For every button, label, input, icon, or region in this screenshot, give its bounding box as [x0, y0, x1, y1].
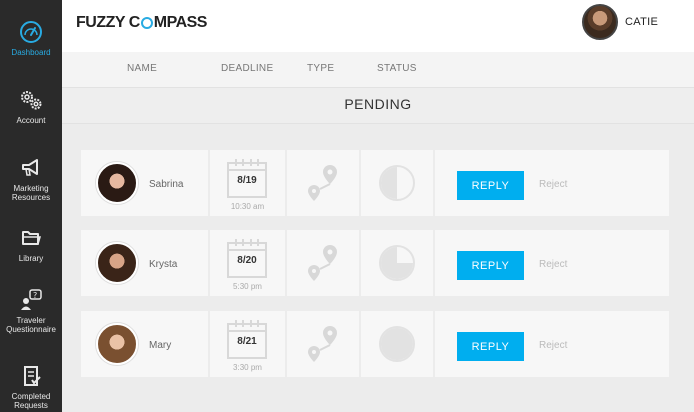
type-cell	[287, 150, 359, 216]
sidebar-item-label: Traveler Questionnaire	[6, 316, 56, 334]
status-cell	[361, 311, 433, 377]
reject-link[interactable]: Reject	[539, 340, 567, 351]
top-bar: FUZZY C MPASS CATIE	[62, 0, 694, 52]
megaphone-icon	[22, 159, 38, 176]
deadline-cell: 8/21 3:30 pm	[210, 311, 285, 377]
compass-icon	[140, 17, 153, 29]
deadline-cell: 8/20 5:30 pm	[210, 230, 285, 296]
action-cell: REPLY Reject	[435, 230, 669, 296]
svg-text:?: ?	[33, 291, 37, 300]
sidebar-item-dashboard[interactable]: Dashboard	[0, 20, 62, 57]
person-question-icon: ?	[21, 289, 42, 310]
deadline-time: 5:30 pm	[233, 282, 262, 291]
sidebar-item-label: Dashboard	[11, 48, 51, 57]
name-cell: Mary	[81, 311, 208, 377]
app-logo[interactable]: FUZZY C MPASS	[76, 14, 207, 32]
status-progress-icon	[379, 165, 415, 201]
requester-name: Krysta	[149, 259, 178, 270]
requester-name: Sabrina	[149, 179, 184, 190]
status-progress-fill	[381, 247, 413, 279]
dashboard-gauge-icon	[20, 21, 42, 43]
sidebar-item-label: Completed Requests	[11, 392, 51, 410]
avatar	[96, 242, 138, 284]
section-title: PENDING	[344, 96, 412, 112]
status-progress-fill	[380, 328, 413, 360]
column-header-status[interactable]: STATUS	[377, 63, 417, 74]
route-pin-icon	[308, 245, 337, 281]
action-cell: REPLY Reject	[435, 150, 669, 216]
requester-name: Mary	[149, 340, 172, 351]
name-cell: Krysta	[81, 230, 208, 296]
column-header-name[interactable]: NAME	[127, 63, 157, 74]
request-row: Sabrina 8/19 10:30 am REPLY Reject	[81, 150, 669, 216]
request-row: Krysta 8/20 5:30 pm REPLY Reject	[81, 230, 669, 296]
gears-icon	[21, 91, 42, 110]
reply-button[interactable]: REPLY	[457, 251, 524, 280]
reject-link[interactable]: Reject	[539, 179, 567, 190]
reply-button[interactable]: REPLY	[457, 171, 524, 200]
column-header-deadline[interactable]: DEADLINE	[221, 63, 273, 74]
sidebar-item-label: Account	[16, 116, 46, 125]
user-avatar[interactable]	[582, 4, 618, 40]
deadline-time: 3:30 pm	[233, 363, 262, 372]
sidebar-item-library[interactable]: Library	[0, 226, 62, 263]
avatar	[96, 323, 138, 365]
status-cell	[361, 230, 433, 296]
column-header-type[interactable]: TYPE	[307, 63, 334, 74]
reply-button[interactable]: REPLY	[457, 332, 524, 361]
sidebar: Dashboard Account Marketing Resources Li…	[0, 0, 62, 412]
sidebar-item-traveler-questionnaire[interactable]: ? Traveler Questionnaire	[0, 288, 62, 334]
section-header: PENDING	[62, 88, 694, 124]
deadline-time: 10:30 am	[230, 202, 265, 211]
route-pin-icon	[308, 326, 337, 362]
type-cell	[287, 311, 359, 377]
checklist-icon	[24, 366, 41, 386]
type-cell	[287, 230, 359, 296]
deadline-date: 8/20	[237, 255, 257, 266]
sidebar-item-label: Library	[18, 254, 44, 263]
name-cell: Sabrina	[81, 150, 208, 216]
status-cell	[361, 150, 433, 216]
sidebar-item-label: Marketing Resources	[11, 184, 51, 202]
status-progress-icon	[379, 245, 415, 281]
route-pin-icon	[308, 165, 337, 201]
status-progress-icon	[379, 326, 415, 362]
folder-icon	[22, 231, 41, 245]
deadline-date: 8/21	[237, 336, 257, 347]
reject-link[interactable]: Reject	[539, 259, 567, 270]
deadline-date: 8/19	[237, 175, 257, 186]
avatar	[96, 162, 138, 204]
request-row: Mary 8/21 3:30 pm REPLY Reject	[81, 311, 669, 377]
action-cell: REPLY Reject	[435, 311, 669, 377]
column-headers: NAME DEADLINE TYPE STATUS	[62, 52, 694, 88]
sidebar-item-marketing-resources[interactable]: Marketing Resources	[0, 156, 62, 202]
deadline-cell: 8/19 10:30 am	[210, 150, 285, 216]
sidebar-item-account[interactable]: Account	[0, 88, 62, 125]
sidebar-item-completed-requests[interactable]: Completed Requests	[0, 364, 62, 410]
user-name[interactable]: CATIE	[625, 16, 658, 28]
